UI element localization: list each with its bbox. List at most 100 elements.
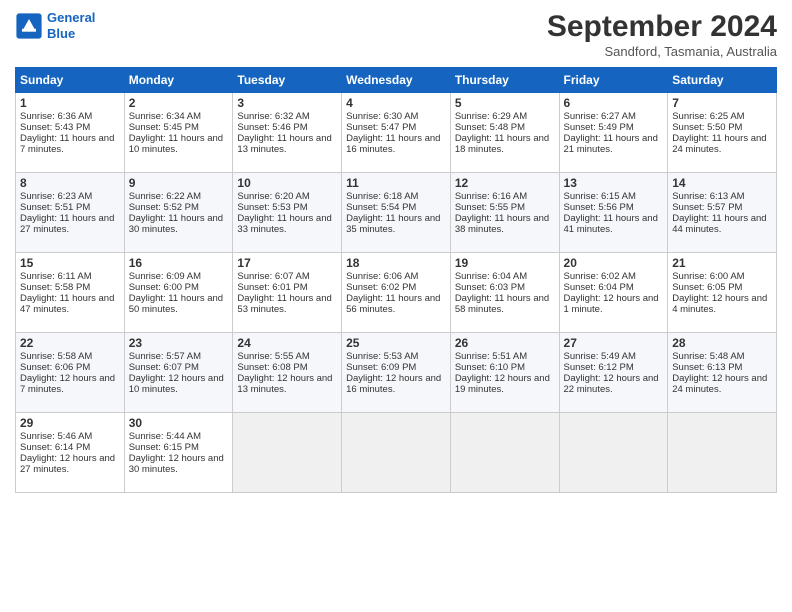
sunrise-label: Sunrise: 6:34 AM [129,111,201,122]
calendar-body: 1 Sunrise: 6:36 AM Sunset: 5:43 PM Dayli… [16,93,777,493]
table-row [233,413,342,493]
day-number: 2 [129,96,229,110]
daylight-label: Daylight: 12 hours and 30 minutes. [129,453,224,475]
sunset-label: Sunset: 5:47 PM [346,122,416,133]
day-number: 19 [455,256,555,270]
day-number: 3 [237,96,337,110]
table-row: 18 Sunrise: 6:06 AM Sunset: 6:02 PM Dayl… [342,253,451,333]
sunset-label: Sunset: 6:00 PM [129,282,199,293]
daylight-label: Daylight: 12 hours and 27 minutes. [20,453,115,475]
calendar-week-row: 1 Sunrise: 6:36 AM Sunset: 5:43 PM Dayli… [16,93,777,173]
calendar-header-row: Sunday Monday Tuesday Wednesday Thursday… [16,68,777,93]
sunrise-label: Sunrise: 6:23 AM [20,191,92,202]
sunrise-label: Sunrise: 6:11 AM [20,271,92,282]
table-row [559,413,668,493]
table-row: 28 Sunrise: 5:48 AM Sunset: 6:13 PM Dayl… [668,333,777,413]
sunrise-label: Sunrise: 6:25 AM [672,111,744,122]
table-row: 26 Sunrise: 5:51 AM Sunset: 6:10 PM Dayl… [450,333,559,413]
sunrise-label: Sunrise: 6:29 AM [455,111,527,122]
daylight-label: Daylight: 11 hours and 41 minutes. [564,213,658,235]
daylight-label: Daylight: 11 hours and 16 minutes. [346,133,440,155]
sunset-label: Sunset: 5:52 PM [129,202,199,213]
table-row: 30 Sunrise: 5:44 AM Sunset: 6:15 PM Dayl… [124,413,233,493]
table-row: 27 Sunrise: 5:49 AM Sunset: 6:12 PM Dayl… [559,333,668,413]
page: General Blue September 2024 Sandford, Ta… [0,0,792,612]
sunrise-label: Sunrise: 6:00 AM [672,271,744,282]
day-number: 13 [564,176,664,190]
col-sunday: Sunday [16,68,125,93]
col-thursday: Thursday [450,68,559,93]
month-title: September 2024 [547,10,777,44]
day-number: 5 [455,96,555,110]
logo-text: General Blue [47,10,95,41]
sunrise-label: Sunrise: 6:16 AM [455,191,527,202]
sunset-label: Sunset: 6:03 PM [455,282,525,293]
table-row: 2 Sunrise: 6:34 AM Sunset: 5:45 PM Dayli… [124,93,233,173]
day-number: 25 [346,336,446,350]
daylight-label: Daylight: 12 hours and 16 minutes. [346,373,441,395]
sunrise-label: Sunrise: 5:58 AM [20,351,92,362]
table-row: 22 Sunrise: 5:58 AM Sunset: 6:06 PM Dayl… [16,333,125,413]
sunset-label: Sunset: 5:48 PM [455,122,525,133]
table-row: 9 Sunrise: 6:22 AM Sunset: 5:52 PM Dayli… [124,173,233,253]
table-row: 13 Sunrise: 6:15 AM Sunset: 5:56 PM Dayl… [559,173,668,253]
day-number: 20 [564,256,664,270]
sunset-label: Sunset: 5:58 PM [20,282,90,293]
daylight-label: Daylight: 11 hours and 50 minutes. [129,293,223,315]
sunset-label: Sunset: 6:05 PM [672,282,742,293]
table-row: 5 Sunrise: 6:29 AM Sunset: 5:48 PM Dayli… [450,93,559,173]
sunset-label: Sunset: 5:54 PM [346,202,416,213]
table-row [668,413,777,493]
day-number: 9 [129,176,229,190]
sunrise-label: Sunrise: 5:49 AM [564,351,636,362]
daylight-label: Daylight: 11 hours and 24 minutes. [672,133,766,155]
table-row: 21 Sunrise: 6:00 AM Sunset: 6:05 PM Dayl… [668,253,777,333]
day-number: 28 [672,336,772,350]
daylight-label: Daylight: 11 hours and 18 minutes. [455,133,549,155]
day-number: 1 [20,96,120,110]
logo-line1: General [47,10,95,25]
table-row: 7 Sunrise: 6:25 AM Sunset: 5:50 PM Dayli… [668,93,777,173]
calendar-week-row: 22 Sunrise: 5:58 AM Sunset: 6:06 PM Dayl… [16,333,777,413]
day-number: 23 [129,336,229,350]
sunset-label: Sunset: 5:53 PM [237,202,307,213]
daylight-label: Daylight: 11 hours and 21 minutes. [564,133,658,155]
sunrise-label: Sunrise: 6:22 AM [129,191,201,202]
daylight-label: Daylight: 11 hours and 53 minutes. [237,293,331,315]
daylight-label: Daylight: 11 hours and 35 minutes. [346,213,440,235]
sunrise-label: Sunrise: 6:27 AM [564,111,636,122]
day-number: 27 [564,336,664,350]
daylight-label: Daylight: 12 hours and 19 minutes. [455,373,550,395]
col-monday: Monday [124,68,233,93]
day-number: 14 [672,176,772,190]
sunset-label: Sunset: 5:50 PM [672,122,742,133]
sunrise-label: Sunrise: 6:09 AM [129,271,201,282]
sunrise-label: Sunrise: 5:55 AM [237,351,309,362]
sunset-label: Sunset: 6:13 PM [672,362,742,373]
daylight-label: Daylight: 12 hours and 24 minutes. [672,373,767,395]
daylight-label: Daylight: 11 hours and 58 minutes. [455,293,549,315]
logo-icon [15,12,43,40]
sunset-label: Sunset: 6:08 PM [237,362,307,373]
day-number: 7 [672,96,772,110]
daylight-label: Daylight: 12 hours and 22 minutes. [564,373,659,395]
day-number: 6 [564,96,664,110]
title-area: September 2024 Sandford, Tasmania, Austr… [547,10,777,59]
sunset-label: Sunset: 5:49 PM [564,122,634,133]
sunrise-label: Sunrise: 6:04 AM [455,271,527,282]
sunset-label: Sunset: 5:45 PM [129,122,199,133]
day-number: 29 [20,416,120,430]
day-number: 10 [237,176,337,190]
day-number: 18 [346,256,446,270]
sunset-label: Sunset: 6:02 PM [346,282,416,293]
daylight-label: Daylight: 11 hours and 38 minutes. [455,213,549,235]
sunrise-label: Sunrise: 6:15 AM [564,191,636,202]
sunrise-label: Sunrise: 6:32 AM [237,111,309,122]
sunset-label: Sunset: 6:01 PM [237,282,307,293]
calendar-week-row: 15 Sunrise: 6:11 AM Sunset: 5:58 PM Dayl… [16,253,777,333]
table-row [450,413,559,493]
table-row [342,413,451,493]
daylight-label: Daylight: 11 hours and 7 minutes. [20,133,114,155]
table-row: 25 Sunrise: 5:53 AM Sunset: 6:09 PM Dayl… [342,333,451,413]
sunrise-label: Sunrise: 6:30 AM [346,111,418,122]
